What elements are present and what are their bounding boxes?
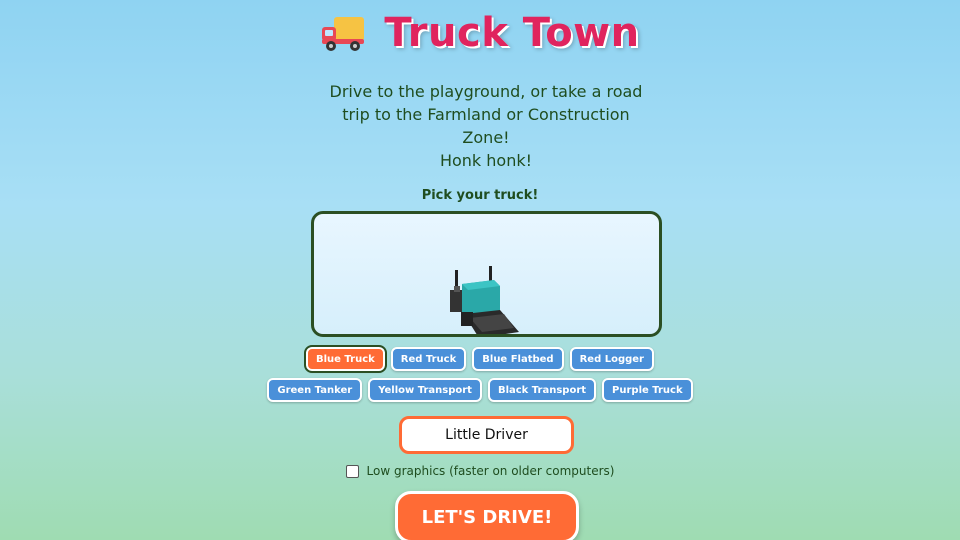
truck-option-red-logger[interactable]: Red Logger [569,347,654,371]
lets-drive-button[interactable]: LET'S DRIVE! [395,491,579,540]
truck-option-black-transport[interactable]: Black Transport [487,378,597,402]
title-row: Truck Town [0,8,960,58]
truck-option-yellow-transport[interactable]: Yellow Transport [368,378,482,402]
intro-line: trip to the Farmland or Construction [342,105,630,124]
truck-row-1: Blue Truck Red Truck Blue Flatbed Red Lo… [0,345,960,373]
truck-option-blue-truck[interactable]: Blue Truck [303,345,387,373]
low-graphics-checkbox[interactable] [345,464,359,478]
intro-line: Zone! [462,128,510,147]
delivery-truck-icon [320,13,366,53]
truck-row-2: Green Tanker Yellow Transport Black Tran… [0,378,960,402]
truck-option-green-tanker[interactable]: Green Tanker [267,378,363,402]
low-graphics-option[interactable]: Low graphics (faster on older computers) [0,464,960,478]
page-title: Truck Town [384,10,640,56]
truck-option-purple-truck[interactable]: Purple Truck [602,378,693,402]
truck-option-red-truck[interactable]: Red Truck [390,347,467,371]
driver-name-input[interactable] [399,416,574,454]
intro-line: Drive to the playground, or take a road [329,82,643,101]
pick-truck-label: Pick your truck! [421,188,539,203]
intro-line: Honk honk! [439,151,533,170]
truck-preview-model [450,266,519,334]
truck-preview[interactable] [311,211,662,337]
truck-option-blue-flatbed[interactable]: Blue Flatbed [472,347,564,371]
low-graphics-label: Low graphics (faster on older computers) [366,464,615,478]
intro-text: Drive to the playground, or take a road … [320,80,652,172]
